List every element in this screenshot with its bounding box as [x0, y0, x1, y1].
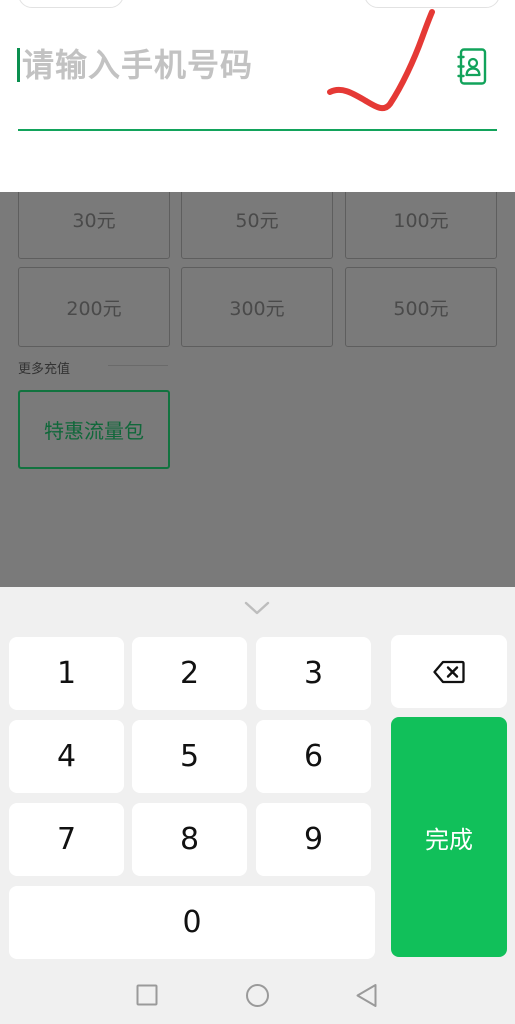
- top-tab-right[interactable]: [364, 0, 500, 8]
- done-button[interactable]: 完成: [391, 717, 507, 957]
- more-recharge-label: 更多充值: [18, 362, 71, 377]
- amount-option[interactable]: 200元: [18, 267, 170, 347]
- amount-option[interactable]: 300元: [181, 267, 333, 347]
- phone-input-underline: [18, 129, 497, 131]
- divider: [108, 365, 168, 366]
- data-package-option[interactable]: 特惠流量包: [18, 390, 170, 469]
- key-0[interactable]: 0: [9, 886, 375, 959]
- phone-number-input[interactable]: 请输入手机号码: [22, 44, 253, 86]
- back-icon[interactable]: [355, 983, 378, 1008]
- key-8[interactable]: 8: [132, 803, 247, 876]
- text-cursor: [17, 48, 20, 82]
- key-3[interactable]: 3: [256, 637, 371, 710]
- recharge-options-overlay: 30元 50元 100元 200元 300元 500元 更多充值 特惠流量包: [0, 192, 515, 587]
- phone-input-panel: 请输入手机号码: [0, 0, 515, 192]
- key-9[interactable]: 9: [256, 803, 371, 876]
- red-check-mark: [327, 9, 435, 112]
- amount-option[interactable]: 500元: [345, 267, 497, 347]
- home-icon[interactable]: [245, 983, 270, 1008]
- key-2[interactable]: 2: [132, 637, 247, 710]
- key-4[interactable]: 4: [9, 720, 124, 793]
- key-5[interactable]: 5: [132, 720, 247, 793]
- recent-apps-icon[interactable]: [136, 984, 158, 1006]
- key-6[interactable]: 6: [256, 720, 371, 793]
- amount-option[interactable]: 100元: [345, 192, 497, 259]
- contacts-book-icon[interactable]: [457, 48, 487, 85]
- key-1[interactable]: 1: [9, 637, 124, 710]
- numeric-keyboard: 1 2 3 4 5 6 7 8 9 0 完成: [0, 587, 515, 1024]
- key-7[interactable]: 7: [9, 803, 124, 876]
- backspace-key[interactable]: [391, 635, 507, 708]
- system-nav-bar: [0, 967, 515, 1024]
- chevron-down-icon[interactable]: [243, 600, 271, 616]
- top-tab-left[interactable]: [18, 0, 124, 8]
- amount-option[interactable]: 50元: [181, 192, 333, 259]
- amount-option[interactable]: 30元: [18, 192, 170, 259]
- backspace-icon: [433, 660, 465, 683]
